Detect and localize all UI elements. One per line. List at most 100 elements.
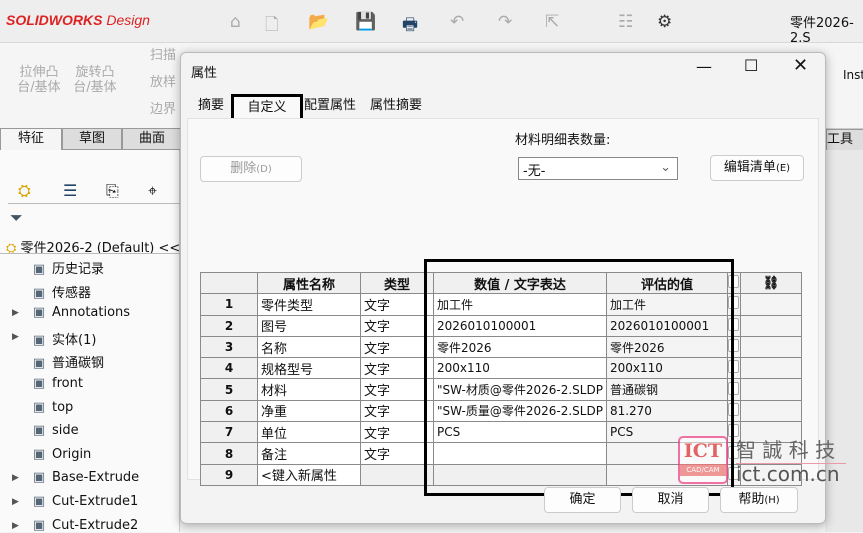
property-name-cell[interactable]: 单位 bbox=[257, 421, 361, 444]
link-cell[interactable] bbox=[739, 378, 802, 401]
save-icon[interactable]: 💾 bbox=[355, 12, 376, 32]
tree-item[interactable]: ▶ ▣ Base-Extrude bbox=[12, 470, 139, 485]
value-cell[interactable] bbox=[433, 442, 607, 465]
property-name-cell[interactable]: 零件类型 bbox=[257, 293, 361, 316]
row-number[interactable]: 1 bbox=[200, 293, 258, 316]
column-header-checkbox[interactable] bbox=[726, 271, 741, 295]
open-icon[interactable]: 📂 bbox=[308, 12, 329, 32]
row-number[interactable]: 4 bbox=[200, 357, 258, 380]
tree-item[interactable]: ▶ ▣ Cut-Extrude2 bbox=[12, 518, 138, 533]
link-cell[interactable] bbox=[739, 399, 802, 423]
tree-item[interactable]: ▶ ▣ 实体(1) bbox=[12, 329, 96, 348]
property-name-cell[interactable]: 名称 bbox=[257, 335, 361, 359]
value-cell[interactable]: 2026010100001 bbox=[433, 314, 607, 337]
tree-item[interactable]: ▣ 普通碳钢 bbox=[30, 352, 104, 371]
property-name-cell[interactable]: 净重 bbox=[257, 399, 361, 423]
value-cell[interactable]: "SW-材质@零件2026-2.SLDP bbox=[433, 378, 607, 401]
value-cell[interactable]: 零件2026 bbox=[433, 335, 607, 359]
expand-arrow-icon[interactable]: ▶ bbox=[12, 521, 19, 531]
table-row[interactable]: 1 零件类型 文字 加工件 加工件 bbox=[200, 293, 802, 316]
tree-item[interactable]: ▣ 传感器 bbox=[30, 282, 91, 301]
type-cell[interactable]: 文字 bbox=[360, 357, 434, 380]
row-number[interactable]: 3 bbox=[200, 335, 258, 359]
type-cell[interactable]: 文字 bbox=[360, 399, 434, 423]
link-cell[interactable] bbox=[739, 293, 802, 316]
tab-tools[interactable]: 工具 bbox=[826, 129, 863, 151]
link-icon[interactable]: ⛓ bbox=[739, 271, 802, 295]
property-name-cell[interactable]: <键入新属性 bbox=[257, 463, 361, 486]
value-cell[interactable]: 加工件 bbox=[433, 293, 607, 316]
value-cell[interactable] bbox=[433, 463, 607, 486]
tree-item[interactable]: ▣ side bbox=[30, 423, 79, 438]
tab-sketch[interactable]: 草图 bbox=[62, 128, 122, 150]
sweep-button[interactable]: 扫描 bbox=[150, 48, 176, 63]
boundary-button[interactable]: 边界 bbox=[150, 102, 176, 117]
property-name-cell[interactable]: 图号 bbox=[257, 314, 361, 337]
ok-button[interactable]: 确定 bbox=[544, 487, 621, 513]
link-cell[interactable] bbox=[739, 357, 802, 380]
table-row[interactable]: 6 净重 文字 "SW-质量@零件2026-2.SLDP 81.270 bbox=[200, 399, 802, 423]
row-checkbox[interactable] bbox=[726, 399, 741, 423]
type-cell[interactable]: 文字 bbox=[360, 335, 434, 359]
type-cell[interactable]: 文字 bbox=[360, 442, 434, 465]
link-cell[interactable] bbox=[739, 314, 802, 337]
bom-quantity-select[interactable]: -无- ⌄ bbox=[518, 157, 678, 180]
value-cell[interactable]: 200x110 bbox=[433, 357, 607, 380]
filter-icon[interactable]: ⏷ bbox=[10, 208, 23, 228]
type-cell[interactable] bbox=[360, 463, 434, 486]
minimize-button[interactable]: — bbox=[696, 57, 712, 76]
type-cell[interactable]: 文字 bbox=[360, 378, 434, 401]
property-name-cell[interactable]: 规格型号 bbox=[257, 357, 361, 380]
extrude-boss-button[interactable]: 拉伸凸台/基体 bbox=[14, 65, 64, 95]
cancel-button[interactable]: 取消 bbox=[632, 487, 709, 513]
tree-item[interactable]: ▶ ▣ Cut-Extrude1 bbox=[12, 494, 138, 509]
tree-item[interactable]: ▣ top bbox=[30, 400, 73, 415]
instant3d-button[interactable]: Inst bbox=[843, 68, 863, 82]
undo-icon[interactable]: ↶ bbox=[450, 12, 464, 32]
property-manager-tab-icon[interactable]: ☰ bbox=[63, 181, 77, 200]
expand-arrow-icon[interactable]: ▶ bbox=[12, 332, 19, 342]
table-row[interactable]: 5 材料 文字 "SW-材质@零件2026-2.SLDP 普通碳钢 bbox=[200, 378, 802, 401]
row-number[interactable]: 7 bbox=[200, 421, 258, 444]
tree-item[interactable]: ▣ 历史记录 bbox=[30, 258, 104, 277]
tab-configuration-properties[interactable]: 配置属性 bbox=[301, 96, 359, 118]
table-row[interactable]: 2 图号 文字 2026010100001 2026010100001 bbox=[200, 314, 802, 337]
type-cell[interactable]: 文字 bbox=[360, 314, 434, 337]
home-icon[interactable]: ⌂ bbox=[230, 12, 241, 32]
row-checkbox[interactable] bbox=[726, 314, 741, 337]
tab-summary[interactable]: 摘要 bbox=[195, 96, 227, 118]
row-checkbox[interactable] bbox=[726, 357, 741, 380]
expand-arrow-icon[interactable]: ▶ bbox=[12, 473, 19, 483]
configuration-manager-tab-icon[interactable]: ⎘ bbox=[106, 181, 119, 201]
gear-icon[interactable]: ⚙ bbox=[657, 12, 672, 32]
tree-item[interactable]: ▣ front bbox=[30, 376, 83, 391]
row-number[interactable]: 6 bbox=[200, 399, 258, 423]
row-checkbox[interactable] bbox=[726, 335, 741, 359]
value-cell[interactable]: "SW-质量@零件2026-2.SLDP bbox=[433, 399, 607, 423]
property-name-cell[interactable]: 备注 bbox=[257, 442, 361, 465]
type-cell[interactable]: 文字 bbox=[360, 293, 434, 316]
maximize-button[interactable]: ☐ bbox=[744, 56, 758, 75]
select-icon[interactable]: ⇱ bbox=[545, 12, 559, 32]
tab-surfaces[interactable]: 曲面 bbox=[122, 128, 182, 150]
tab-features[interactable]: 特征 bbox=[0, 128, 62, 150]
expand-arrow-icon[interactable]: ▶ bbox=[12, 308, 19, 318]
property-name-cell[interactable]: 材料 bbox=[257, 378, 361, 401]
dimxpert-tab-icon[interactable]: ⌖ bbox=[148, 181, 157, 201]
tree-item[interactable]: ▣ Origin bbox=[30, 447, 91, 462]
revolve-boss-button[interactable]: 旋转凸台/基体 bbox=[70, 65, 120, 95]
type-cell[interactable]: 文字 bbox=[360, 421, 434, 444]
print-icon[interactable]: 🖶 bbox=[402, 12, 418, 41]
help-button[interactable]: 帮助(H) bbox=[720, 487, 798, 513]
row-number[interactable]: 8 bbox=[200, 442, 258, 465]
row-checkbox[interactable] bbox=[726, 378, 741, 401]
close-button[interactable]: ✕ bbox=[793, 55, 808, 76]
row-number[interactable]: 5 bbox=[200, 378, 258, 401]
new-file-icon[interactable]: 🗋 bbox=[265, 12, 279, 41]
delete-button[interactable]: 删除(D) bbox=[200, 156, 302, 182]
options-list-icon[interactable]: ☷ bbox=[618, 12, 633, 32]
link-cell[interactable] bbox=[739, 335, 802, 359]
tree-item[interactable]: ▶ ▣ Annotations bbox=[12, 305, 130, 320]
row-number[interactable]: 2 bbox=[200, 314, 258, 337]
table-row[interactable]: 3 名称 文字 零件2026 零件2026 bbox=[200, 335, 802, 359]
